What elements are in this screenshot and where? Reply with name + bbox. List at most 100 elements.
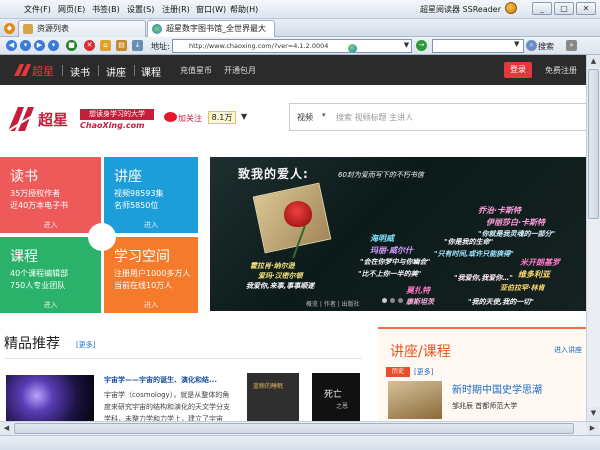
menu-help[interactable]: 帮助(H) (230, 4, 258, 15)
tab-label: 超星数字图书馆_全世界最大 (166, 24, 266, 33)
scroll-up-icon[interactable]: ▲ (587, 55, 600, 68)
chevron-down-icon[interactable]: ▼ (241, 112, 247, 121)
tab-resource-list[interactable]: 资源列表 (18, 20, 146, 37)
carousel-dots (382, 296, 406, 305)
banner-meta: 概览 | 作者 | 出版社 (306, 301, 360, 308)
horizontal-scroll-thumb[interactable] (14, 423, 574, 434)
thumbnail-subtitle: 之恩 (336, 403, 349, 410)
tile-lectures[interactable]: 讲座 视频98593集 名师5850位 进入 (104, 157, 198, 233)
chaoxing-logo-icon[interactable]: 超星 (12, 60, 60, 80)
tile-enter[interactable]: 进入 (0, 220, 101, 230)
menu-file[interactable]: 文件(F) (24, 4, 51, 15)
tile-line: 40个课程编辑部 (10, 269, 69, 278)
chaoxing-big-logo-icon[interactable]: 超星 (6, 101, 76, 137)
carousel-dot[interactable] (398, 298, 403, 303)
nav-reading[interactable]: 读书 (70, 64, 90, 79)
forward-icon[interactable]: ▶ (34, 40, 45, 51)
nav-courses[interactable]: 课程 (141, 64, 161, 79)
download-icon[interactable]: ↓ (132, 40, 143, 51)
book-thumbnail[interactable]: 死亡 之恩 (312, 373, 360, 421)
search-dropdown-icon[interactable]: ▼ (514, 40, 519, 48)
back-dropdown-icon[interactable]: ▾ (20, 40, 31, 51)
featured-more-link[interactable]: [更多] (76, 340, 95, 350)
category-badge[interactable]: 历史 (386, 367, 410, 377)
carousel-dot[interactable] (390, 298, 395, 303)
lecture-more-link[interactable]: 进入讲座 (554, 345, 582, 355)
nav-recharge[interactable]: 充值星币 (180, 65, 212, 76)
menu-window[interactable]: 窗口(W) (196, 4, 226, 15)
close-button[interactable]: ✕ (576, 2, 596, 15)
address-input[interactable]: http://www.chaoxing.com/?ver=4.1.2.0004 (172, 39, 412, 53)
banner-name: 伊丽莎白·卡斯特 (486, 218, 546, 227)
tile-line: 35万授权作者 (10, 189, 61, 198)
browser-window: 文件(F) 网页(E) 书签(B) 设置(S) 注册(R) 窗口(W) 帮助(H… (0, 0, 600, 450)
tile-title: 读书 (10, 169, 38, 185)
book-title-link[interactable]: 宇宙学——宇宙的诞生、演化和结... (104, 375, 234, 385)
search-category[interactable]: 视频 (297, 112, 313, 123)
banner-carousel[interactable]: 致我的爱人: 60封为爱而写下的不朽书信 海明威 乔治·卡斯特 伊丽莎白·卡斯特… (210, 157, 586, 311)
banner-name: 莫扎特 (406, 286, 430, 295)
nav-monthly[interactable]: 开通包月 (224, 65, 256, 76)
weibo-icon[interactable] (164, 112, 177, 122)
banner-name: 亚伯拉罕·林肯 (500, 284, 545, 292)
vertical-scroll-thumb[interactable] (588, 69, 599, 219)
follow-button[interactable]: 加关注 (178, 113, 202, 124)
print-icon[interactable]: ▤ (116, 40, 127, 51)
tile-enter[interactable]: 进入 (0, 300, 101, 310)
lecture-thumbnail[interactable] (388, 381, 442, 419)
menu-settings[interactable]: 设置(S) (127, 4, 154, 15)
menu-bookmarks[interactable]: 书签(B) (92, 4, 120, 15)
nav-divider (62, 65, 63, 76)
book-cover-image[interactable] (6, 375, 94, 421)
forward-dropdown-icon[interactable]: ▾ (48, 40, 59, 51)
address-url: http://www.chaoxing.com/?ver=4.1.2.0004 (189, 42, 329, 50)
menu-register[interactable]: 注册(R) (162, 4, 190, 15)
stop-icon[interactable]: ■ (66, 40, 77, 51)
book-thumbnail[interactable]: 蓝鲸的睡眠 (247, 373, 299, 421)
search-icon[interactable]: ⌕ (526, 40, 537, 51)
banner-name: 玛丽·威尔什 (370, 246, 414, 255)
scroll-left-icon[interactable]: ◀ (0, 422, 13, 435)
lecture-title-link[interactable]: 新时期中国史学思潮 (452, 381, 542, 396)
tile-enter[interactable]: 进入 (104, 220, 198, 230)
category-more-link[interactable]: [更多] (414, 367, 433, 377)
banner-quote: "只有时间,或许只能换得" (434, 250, 514, 258)
tab-menu-icon[interactable]: ◆ (4, 23, 15, 34)
divider (4, 358, 362, 359)
register-link[interactable]: 免费注册 (545, 65, 577, 76)
go-icon[interactable]: → (416, 40, 427, 51)
maximize-button[interactable]: □ (554, 2, 574, 15)
banner-name: 乔治·卡斯特 (478, 206, 522, 215)
tab-chaoxing[interactable]: 超星数字图书馆_全世界最大 (147, 20, 275, 37)
search-button[interactable]: 搜索 (538, 41, 554, 52)
scroll-down-icon[interactable]: ▼ (587, 407, 600, 420)
banner-quote: "我的天使,我的一切" (468, 298, 534, 306)
options-icon[interactable]: » (566, 40, 577, 51)
home-icon[interactable]: ⌂ (100, 40, 111, 51)
carousel-dot[interactable] (382, 298, 387, 303)
tile-enter[interactable]: 进入 (104, 300, 198, 310)
tile-study-space[interactable]: 学习空间 注册用户1000多万人 当前在线10万人 进入 (104, 237, 198, 313)
banner-name: 康斯坦茨 (406, 298, 434, 306)
address-toolbar: ◀ ▾ ▶ ▾ ■ ✕ ⌂ ▤ ↓ 地址: http://www.chaoxin… (0, 37, 600, 55)
login-button[interactable]: 登录 (504, 62, 532, 78)
scroll-right-icon[interactable]: ▶ (586, 422, 599, 435)
folder-icon (23, 24, 33, 34)
refresh-icon[interactable]: ✕ (84, 40, 95, 51)
menu-page[interactable]: 网页(E) (58, 4, 85, 15)
nav-lectures[interactable]: 讲座 (106, 64, 126, 79)
back-icon[interactable]: ◀ (6, 40, 17, 51)
chevron-down-icon[interactable]: ▾ (322, 111, 326, 119)
site-search-box[interactable]: 视频 ▾ 搜索 视频标题 主讲人 (289, 103, 586, 131)
search-placeholder[interactable]: 搜索 视频标题 主讲人 (336, 112, 413, 123)
vertical-scrollbar[interactable]: ▲ ▼ (586, 55, 600, 421)
tile-title: 学习空间 (114, 249, 170, 265)
brand-row: 超星 想读身学习的大学 ChaoXing.com 加关注 8.1万 ▼ 视频 ▾… (0, 85, 586, 155)
address-dropdown-icon[interactable]: ▼ (402, 40, 411, 51)
minimize-button[interactable]: _ (532, 2, 552, 15)
search-input[interactable] (432, 39, 524, 53)
follower-count: 8.1万 (208, 111, 236, 124)
tile-reading[interactable]: 读书 35万授权作者 近40万本电子书 进入 (0, 157, 101, 233)
horizontal-scrollbar[interactable]: ◀ ▶ (0, 421, 600, 435)
tile-courses[interactable]: 课程 40个课程编辑部 750人专业团队 进入 (0, 237, 101, 313)
